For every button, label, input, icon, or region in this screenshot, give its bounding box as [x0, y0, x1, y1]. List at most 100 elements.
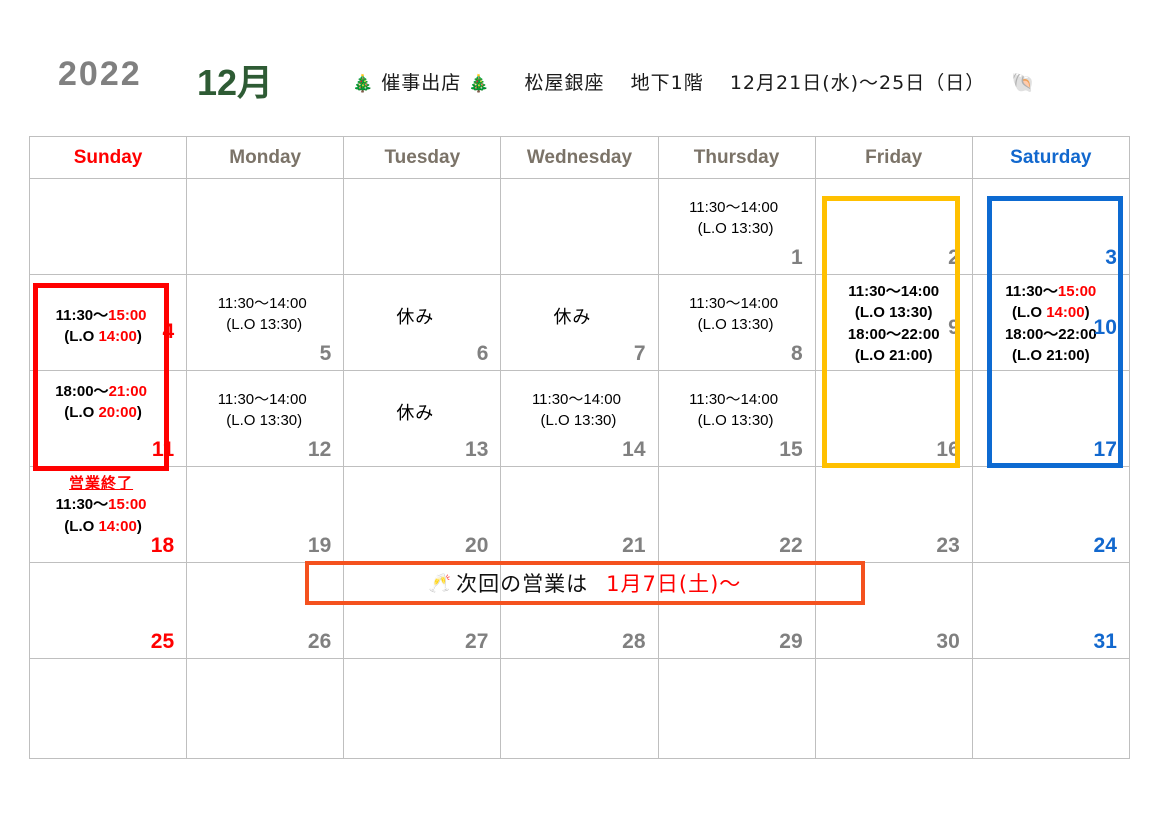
christmas-tree-icon-right: 🎄: [468, 74, 491, 94]
event-note-label: 催事出店: [381, 72, 462, 94]
day-cell-empty: [343, 178, 502, 275]
day-cell-21[interactable]: 21: [500, 466, 659, 563]
day-14-lunch: 11:30〜14:00: [531, 391, 621, 408]
day-13-hours: 休み: [330, 401, 500, 427]
day-cell-3[interactable]: 3: [971, 178, 1130, 275]
day-5-lunch: 11:30〜14:00: [217, 295, 307, 312]
day-cell-empty: [186, 178, 345, 275]
year-label: 2022: [58, 55, 142, 93]
day-cell-6[interactable]: 休み 6: [343, 274, 502, 371]
day-cell-25[interactable]: 25: [28, 562, 188, 659]
day-7-closed: 休み: [553, 307, 592, 328]
champagne-glass-icon: 🥂: [428, 572, 453, 594]
day-4-lunch-lo: (L.O 14:00): [64, 328, 142, 346]
day-3-number: 3: [1105, 246, 1117, 269]
day-4-hours: 11:30〜15:00 (L.O 14:00): [16, 305, 186, 348]
day-cell-4[interactable]: 11:30〜15:00 (L.O 14:00) 4: [28, 274, 188, 371]
day-2-number: 2: [948, 246, 960, 269]
day-cell-16[interactable]: 16: [814, 370, 973, 467]
day-cell-31[interactable]: 31: [971, 562, 1130, 659]
day-14-lunch-lo: (L.O 13:30): [540, 412, 617, 430]
day-cell-24[interactable]: 24: [971, 466, 1130, 563]
day-cell-17[interactable]: 17: [971, 370, 1130, 467]
day-10-number: 10: [1093, 316, 1117, 339]
day-18-hours: 営業終了 11:30〜15:00 (L.O 14:00): [16, 473, 186, 537]
day-17-number: 17: [1093, 438, 1117, 461]
day-11-dinner: 18:00〜21:00: [55, 383, 147, 400]
day-cell-9[interactable]: 11:30〜14:00 (L.O 13:30) 18:00〜22:00 (L.O…: [814, 274, 973, 371]
day-13-number: 13: [465, 438, 489, 461]
day-cell-empty: [343, 658, 502, 759]
day-9-number: 9: [948, 316, 960, 339]
day-15-lunch-lo: (L.O 13:30): [697, 412, 774, 430]
day-20-number: 20: [465, 534, 489, 557]
day-16-number: 16: [936, 438, 960, 461]
day-cell-13[interactable]: 休み 13: [343, 370, 502, 467]
christmas-tree-icon-left: 🎄: [352, 74, 375, 94]
day-cell-empty: [500, 658, 659, 759]
day-12-lunch-lo: (L.O 13:30): [226, 412, 303, 430]
day-29-number: 29: [779, 630, 803, 653]
day-cell-empty: [814, 658, 973, 759]
day-1-lunch-lo: (L.O 13:30): [697, 220, 774, 238]
day-7-hours: 休み: [487, 305, 657, 331]
calendar-week-row: 営業終了 11:30〜15:00 (L.O 14:00) 18 19 20 21…: [28, 466, 1130, 563]
day-cell-5[interactable]: 11:30〜14:00 (L.O 13:30) 5: [186, 274, 345, 371]
day-cell-11[interactable]: 18:00〜21:00 (L.O 20:00) 11: [28, 370, 188, 467]
day-cell-empty: [971, 658, 1130, 759]
day-cell-7[interactable]: 休み 7: [500, 274, 659, 371]
day-cell-empty: [500, 178, 659, 275]
calendar-week-row: 11:30〜15:00 (L.O 14:00) 4 11:30〜14:00 (L…: [28, 274, 1130, 371]
day-10-dinner-lo: (L.O 21:00): [1012, 346, 1090, 364]
day-cell-empty: [657, 658, 816, 759]
calendar-grid: Sunday Monday Tuesday Wednesday Thursday…: [28, 136, 1130, 759]
shell-icon: 🐚: [1011, 72, 1036, 94]
event-dates: 12月21日(水)〜25日（日）: [729, 72, 986, 94]
weekday-header-sunday: Sunday: [28, 136, 188, 179]
day-23-number: 23: [936, 534, 960, 557]
event-note: 🎄 催事出店 🎄 松屋銀座 地下1階 12月21日(水)〜25日（日） 🐚: [352, 68, 1036, 95]
day-9-lunch: 11:30〜14:00: [848, 283, 940, 300]
day-1-number: 1: [790, 246, 803, 269]
day-cell-19[interactable]: 19: [186, 466, 345, 563]
day-cell-empty: [186, 658, 345, 759]
day-24-number: 24: [1093, 534, 1117, 557]
calendar-week-row: 11:30〜14:00 (L.O 13:30) 1 2 3: [28, 178, 1130, 275]
weekday-header-saturday: Saturday: [971, 136, 1130, 179]
day-4-number: 4: [162, 320, 175, 343]
day-25-number: 25: [150, 630, 175, 653]
day-15-lunch: 11:30〜14:00: [689, 391, 779, 408]
day-6-hours: 休み: [330, 305, 500, 331]
day-12-hours: 11:30〜14:00 (L.O 13:30): [181, 389, 343, 432]
day-13-closed: 休み: [396, 403, 435, 424]
day-26-number: 26: [307, 630, 332, 653]
day-4-lunch: 11:30〜15:00: [55, 307, 147, 324]
day-cell-10[interactable]: 11:30〜15:00 (L.O 14:00) 18:00〜22:00 (L.O…: [971, 274, 1130, 371]
day-cell-22[interactable]: 22: [657, 466, 816, 563]
day-6-closed: 休み: [396, 307, 435, 328]
day-cell-15[interactable]: 11:30〜14:00 (L.O 13:30) 15: [657, 370, 816, 467]
day-cell-2[interactable]: 2: [814, 178, 973, 275]
day-cell-23[interactable]: 23: [814, 466, 973, 563]
day-5-number: 5: [319, 342, 332, 365]
page-header: 2022 12月 🎄 催事出店 🎄 松屋銀座 地下1階 12月21日(水)〜25…: [0, 0, 1156, 130]
day-cell-8[interactable]: 11:30〜14:00 (L.O 13:30) 8: [657, 274, 816, 371]
day-cell-18[interactable]: 営業終了 11:30〜15:00 (L.O 14:00) 18: [28, 466, 188, 563]
day-1-lunch: 11:30〜14:00: [689, 199, 779, 216]
day-14-number: 14: [622, 438, 646, 461]
event-venue: 松屋銀座: [524, 72, 605, 94]
day-18-end-label: 営業終了: [69, 474, 134, 492]
weekday-header-wednesday: Wednesday: [500, 136, 659, 179]
day-cell-14[interactable]: 11:30〜14:00 (L.O 13:30) 14: [500, 370, 659, 467]
day-7-number: 7: [633, 342, 646, 365]
weekday-header-row: Sunday Monday Tuesday Wednesday Thursday…: [28, 136, 1130, 179]
day-cell-1[interactable]: 11:30〜14:00 (L.O 13:30) 1: [657, 178, 816, 275]
day-28-number: 28: [622, 630, 646, 653]
day-31-number: 31: [1093, 630, 1117, 653]
day-cell-20[interactable]: 20: [343, 466, 502, 563]
day-11-dinner-lo: (L.O 20:00): [64, 404, 142, 422]
day-10-lunch: 11:30〜15:00: [1005, 283, 1097, 300]
day-6-number: 6: [476, 342, 489, 365]
calendar-week-row: 18:00〜21:00 (L.O 20:00) 11 11:30〜14:00 (…: [28, 370, 1130, 467]
day-cell-12[interactable]: 11:30〜14:00 (L.O 13:30) 12: [186, 370, 345, 467]
